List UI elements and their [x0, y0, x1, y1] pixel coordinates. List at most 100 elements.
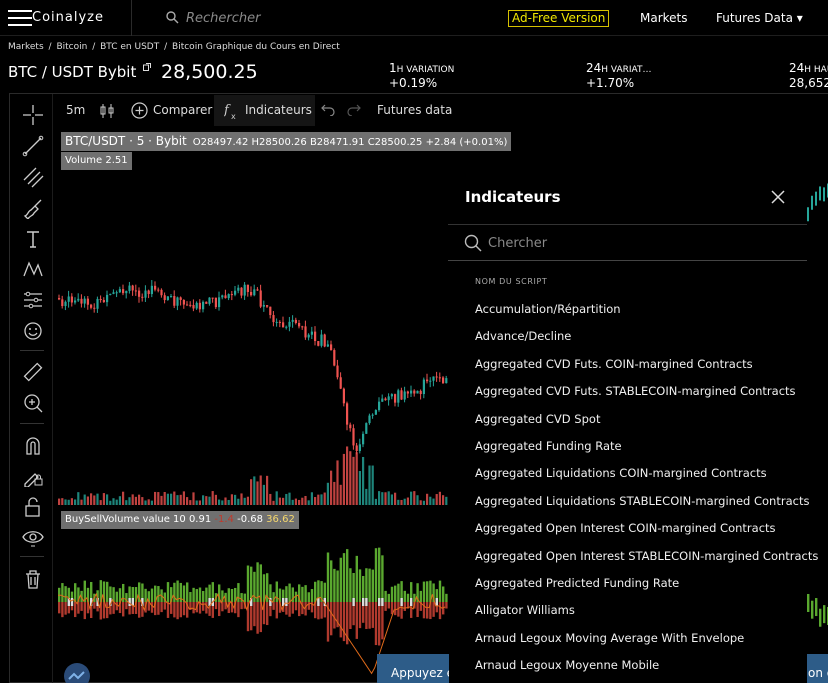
- candle-type-icon[interactable]: [100, 103, 114, 119]
- ad-free-button[interactable]: Ad-Free Version: [508, 10, 610, 27]
- buysellvolume-legend[interactable]: BuySellVolume value 10 0.91 -1.4 -0.68 3…: [61, 511, 299, 529]
- volume-bar: [358, 471, 361, 505]
- candle-body: [240, 287, 243, 296]
- undo-icon[interactable]: [321, 104, 335, 116]
- volume-bar: [362, 456, 365, 505]
- toolbar-divider: [20, 350, 44, 351]
- sell-volume-bar: [394, 602, 397, 616]
- indicator-search-input[interactable]: [488, 234, 788, 252]
- candle-body: [74, 300, 77, 303]
- buy-volume-bar: [227, 588, 230, 602]
- indicator-item[interactable]: Alligator Williams: [475, 600, 805, 627]
- ruler-icon[interactable]: [22, 361, 44, 383]
- breadcrumb-sep: /: [92, 42, 96, 52]
- volume-bar: [410, 491, 413, 505]
- volume-bar: [61, 498, 64, 505]
- indicator-item[interactable]: Aggregated CVD Futs. COIN-margined Contr…: [475, 354, 805, 381]
- indicator-item[interactable]: Aggregated Funding Rate: [475, 436, 805, 463]
- brush-icon[interactable]: [22, 197, 44, 219]
- candle-body: [301, 326, 304, 328]
- fib-tool-icon[interactable]: [22, 166, 44, 188]
- unlock-icon[interactable]: [22, 496, 44, 518]
- breadcrumb-btc-usdt[interactable]: BTC en USDT: [100, 42, 159, 52]
- pattern-icon[interactable]: [22, 258, 44, 280]
- tradingview-logo[interactable]: [64, 663, 90, 683]
- prediction-icon[interactable]: [22, 289, 44, 311]
- candle-body: [150, 285, 153, 295]
- volume-bar: [58, 498, 61, 505]
- volume-bar: [179, 494, 182, 505]
- indicator-item[interactable]: Arnaud Legoux Moyenne Mobile: [475, 655, 805, 682]
- compare-button[interactable]: Comparer: [153, 103, 212, 117]
- indicator-item[interactable]: Aggregated CVD Futs. STABLECOIN-margined…: [475, 381, 805, 408]
- global-search[interactable]: [166, 9, 466, 27]
- candle-body: [93, 307, 96, 309]
- indicator-search[interactable]: [448, 225, 807, 261]
- buy-volume-bar: [438, 580, 442, 602]
- zoom-in-icon[interactable]: [22, 392, 44, 414]
- indicator-item[interactable]: Aggregated Liquidations STABLECOIN-margi…: [475, 491, 809, 518]
- candle-body: [163, 295, 166, 301]
- volume-bar: [99, 500, 102, 505]
- candle-body: [198, 302, 201, 310]
- interval-button[interactable]: 5m: [66, 103, 85, 117]
- candle-body: [355, 445, 358, 451]
- neutral-bar: [365, 598, 368, 606]
- close-icon[interactable]: [769, 188, 787, 206]
- candle-body: [182, 299, 185, 305]
- indicator-item[interactable]: Aggregated Predicted Funding Rate: [475, 573, 805, 600]
- external-link-icon[interactable]: [143, 63, 152, 71]
- lock-drawing-icon[interactable]: [22, 465, 44, 487]
- add-compare-icon[interactable]: [131, 102, 148, 119]
- stat-24h-change: 24H VARIAT… +1.70%: [586, 61, 652, 90]
- indicator-item[interactable]: Aggregated CVD Spot: [475, 409, 805, 436]
- volume-bar: [227, 499, 230, 505]
- buy-volume-bar: [115, 591, 118, 602]
- volume-legend[interactable]: Volume 2.51: [61, 152, 132, 170]
- crosshair-icon[interactable]: [22, 104, 44, 126]
- nav-markets[interactable]: Markets: [640, 11, 688, 25]
- global-search-input[interactable]: [186, 9, 446, 27]
- trash-icon[interactable]: [22, 568, 44, 590]
- indicator-item[interactable]: Aggregated Open Interest COIN-margined C…: [475, 518, 805, 545]
- volume-bar: [291, 499, 294, 505]
- candle-body: [330, 344, 333, 351]
- fx-icon[interactable]: fx: [224, 102, 240, 120]
- buy-volume-bar: [442, 586, 445, 602]
- indicator-item[interactable]: Accumulation/Répartition: [475, 299, 805, 326]
- text-tool-icon[interactable]: [22, 228, 44, 250]
- sell-volume-bar: [288, 602, 291, 617]
- eye-icon[interactable]: [22, 526, 44, 548]
- sell-volume-bar: [64, 602, 67, 615]
- candle-body: [154, 285, 157, 290]
- indicators-button[interactable]: Indicateurs: [245, 103, 312, 117]
- indicator-item[interactable]: Aggregated Open Interest STABLECOIN-marg…: [475, 546, 818, 573]
- emoji-icon[interactable]: [22, 320, 44, 342]
- main-legend[interactable]: BTC/USDT · 5 · Bybit O28497.42 H28500.26 …: [61, 132, 512, 151]
- indicator-item[interactable]: Advance/Decline: [475, 326, 805, 353]
- trend-line-icon[interactable]: [22, 135, 44, 157]
- buy-volume-bar: [186, 582, 189, 602]
- buy-volume-bar: [378, 547, 381, 602]
- nav-futures-data[interactable]: Futures Data ▾: [716, 11, 803, 25]
- redo-icon[interactable]: [347, 104, 361, 116]
- indicator-item[interactable]: Arnaud Legoux Moving Average With Envelo…: [475, 628, 805, 655]
- symbol-title[interactable]: BTC / USDT Bybit: [8, 63, 152, 81]
- notification-toast-right[interactable]: on d: [807, 654, 828, 683]
- indicator-item[interactable]: Aggregated Liquidations COIN-margined Co…: [475, 463, 805, 490]
- volume-bar: [294, 498, 297, 505]
- volume-bar: [230, 494, 233, 505]
- brand-logo[interactable]: Coinalyze: [32, 10, 104, 25]
- breadcrumb-markets[interactable]: Markets: [8, 42, 44, 52]
- magnet-icon[interactable]: [22, 434, 44, 456]
- notification-toast[interactable]: Appuyez e: [377, 654, 449, 683]
- candle-body: [349, 424, 352, 429]
- buy-volume-bar: [157, 586, 160, 602]
- futures-data-button[interactable]: Futures data: [377, 103, 452, 117]
- menu-icon[interactable]: [8, 10, 32, 26]
- sell-volume-bar: [112, 602, 115, 614]
- breadcrumb-bitcoin[interactable]: Bitcoin: [56, 42, 87, 52]
- sell-volume-bar: [93, 602, 96, 609]
- buy-volume-bar: [192, 587, 195, 602]
- stat-num: 24: [586, 61, 602, 75]
